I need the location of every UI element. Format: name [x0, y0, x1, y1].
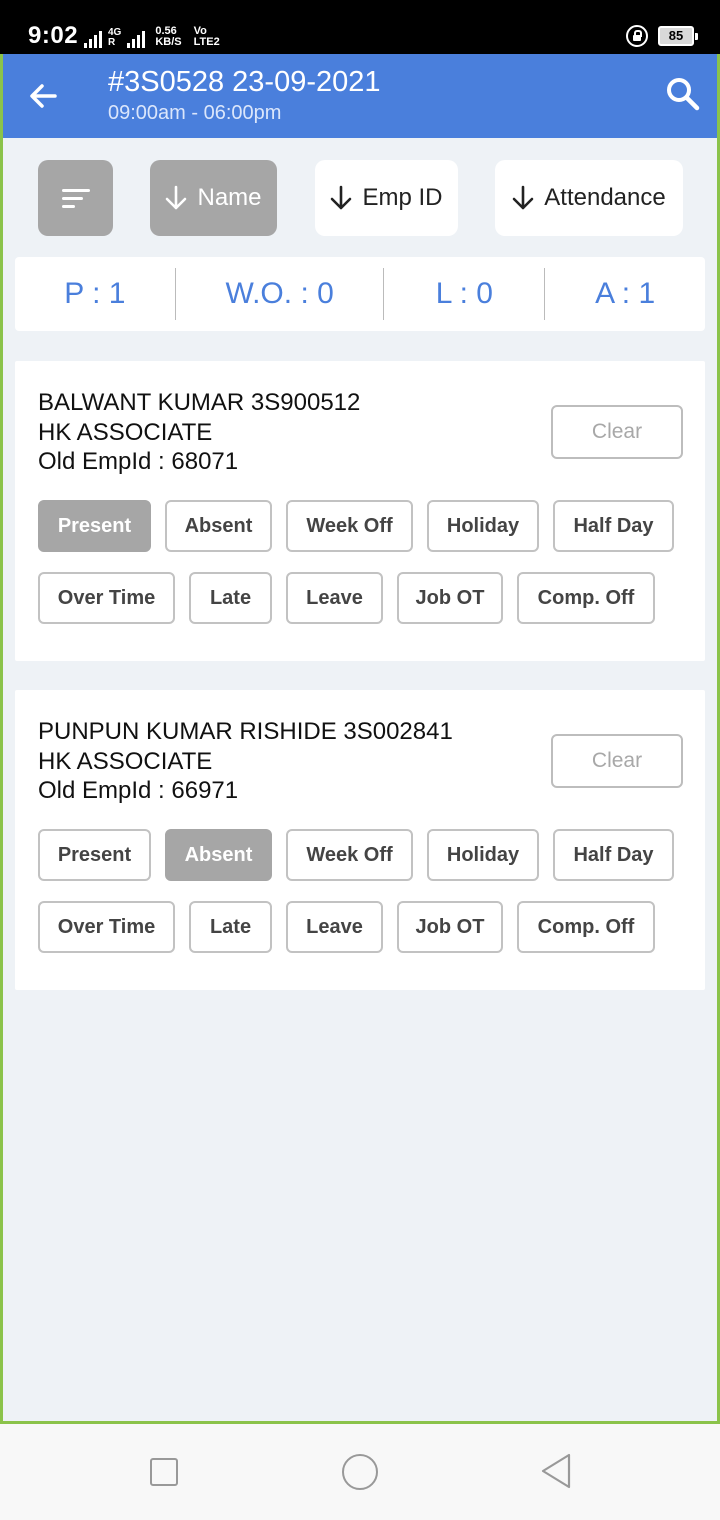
attendance-summary: P : 1 W.O. : 0 L : 0 A : 1 [15, 257, 705, 331]
option-present[interactable]: Present [38, 829, 151, 881]
home-button[interactable] [342, 1454, 378, 1490]
app-bar: #3S0528 23-09-2021 09:00am - 06:00pm [3, 54, 717, 138]
option-late[interactable]: Late [189, 901, 272, 953]
old-emp-id: Old EmpId : 66971 [38, 777, 239, 804]
sort-attendance-button[interactable]: Attendance [495, 160, 683, 236]
search-button[interactable] [663, 74, 703, 114]
option-leave[interactable]: Leave [286, 901, 383, 953]
signal-bars-2-icon [127, 28, 146, 48]
sort-empid-button[interactable]: Emp ID [315, 160, 458, 236]
recents-button[interactable] [150, 1458, 178, 1486]
arrow-down-icon [512, 185, 534, 210]
clear-button[interactable]: Clear [551, 405, 683, 459]
status-right: 85 [626, 25, 698, 47]
network-speed-unit: KB/S [155, 36, 182, 48]
summary-absent: A : 1 [595, 277, 656, 310]
network-type: 4G R [108, 28, 121, 48]
network-type-bottom: R [108, 37, 116, 48]
filter-button[interactable] [38, 160, 113, 236]
page-title: #3S0528 23-09-2021 [108, 66, 381, 98]
sort-bar: Name Emp ID Attendance [3, 160, 717, 236]
option-week-off[interactable]: Week Off [286, 829, 413, 881]
option-late[interactable]: Late [189, 572, 272, 624]
status-bar: 9:02 4G R 0.56 KB/S Vo LTE2 85 [0, 0, 720, 54]
volte-indicator: Vo LTE2 [194, 26, 220, 48]
summary-leave: L : 0 [435, 277, 493, 310]
arrow-left-icon [30, 84, 57, 108]
option-job-ot[interactable]: Job OT [397, 572, 503, 624]
employee-card: PUNPUN KUMAR RISHIDE 3S002841 HK ASSOCIA… [15, 690, 705, 990]
network-indicators: 4G R 0.56 KB/S Vo LTE2 [84, 24, 220, 48]
option-over-time[interactable]: Over Time [38, 901, 175, 953]
option-holiday[interactable]: Holiday [427, 829, 539, 881]
sort-empid-label: Emp ID [362, 184, 443, 211]
clear-button[interactable]: Clear [551, 734, 683, 788]
signal-bars-icon [84, 28, 102, 48]
rotation-lock-icon [626, 25, 648, 47]
system-nav-bar [0, 1424, 720, 1520]
option-half-day[interactable]: Half Day [553, 829, 674, 881]
option-job-ot[interactable]: Job OT [397, 901, 503, 953]
volte-bottom: LTE2 [193, 36, 220, 48]
employee-role: HK ASSOCIATE [38, 748, 213, 775]
search-icon [667, 78, 700, 111]
status-time: 9:02 [28, 22, 79, 49]
employee-role: HK ASSOCIATE [38, 419, 213, 446]
option-comp-off[interactable]: Comp. Off [517, 901, 655, 953]
option-week-off[interactable]: Week Off [286, 500, 413, 552]
arrow-down-icon [166, 185, 187, 210]
network-speed: 0.56 KB/S [155, 26, 181, 48]
option-half-day[interactable]: Half Day [553, 500, 674, 552]
employee-card: BALWANT KUMAR 3S900512 HK ASSOCIATE Old … [15, 361, 705, 661]
option-comp-off[interactable]: Comp. Off [517, 572, 655, 624]
option-leave[interactable]: Leave [286, 572, 383, 624]
sort-name-button[interactable]: Name [150, 160, 277, 236]
app-screen: #3S0528 23-09-2021 09:00am - 06:00pm Nam… [0, 54, 720, 1424]
old-emp-id: Old EmpId : 68071 [38, 448, 239, 475]
shift-time: 09:00am - 06:00pm [108, 102, 282, 124]
nav-back-icon[interactable] [540, 1452, 572, 1490]
option-absent[interactable]: Absent [165, 500, 272, 552]
option-absent[interactable]: Absent [165, 829, 272, 881]
sort-attendance-label: Attendance [544, 184, 666, 211]
back-button[interactable] [25, 78, 61, 114]
option-present[interactable]: Present [38, 500, 151, 552]
summary-week-off: W.O. : 0 [225, 277, 334, 310]
summary-present: P : 1 [64, 277, 126, 310]
battery-icon: 85 [658, 26, 698, 46]
option-over-time[interactable]: Over Time [38, 572, 175, 624]
employee-name: PUNPUN KUMAR RISHIDE 3S002841 [38, 718, 453, 745]
option-holiday[interactable]: Holiday [427, 500, 539, 552]
sort-name-label: Name [197, 184, 262, 211]
arrow-down-icon [331, 185, 352, 210]
sort-lines-icon [61, 188, 90, 208]
employee-name: BALWANT KUMAR 3S900512 [38, 389, 361, 416]
